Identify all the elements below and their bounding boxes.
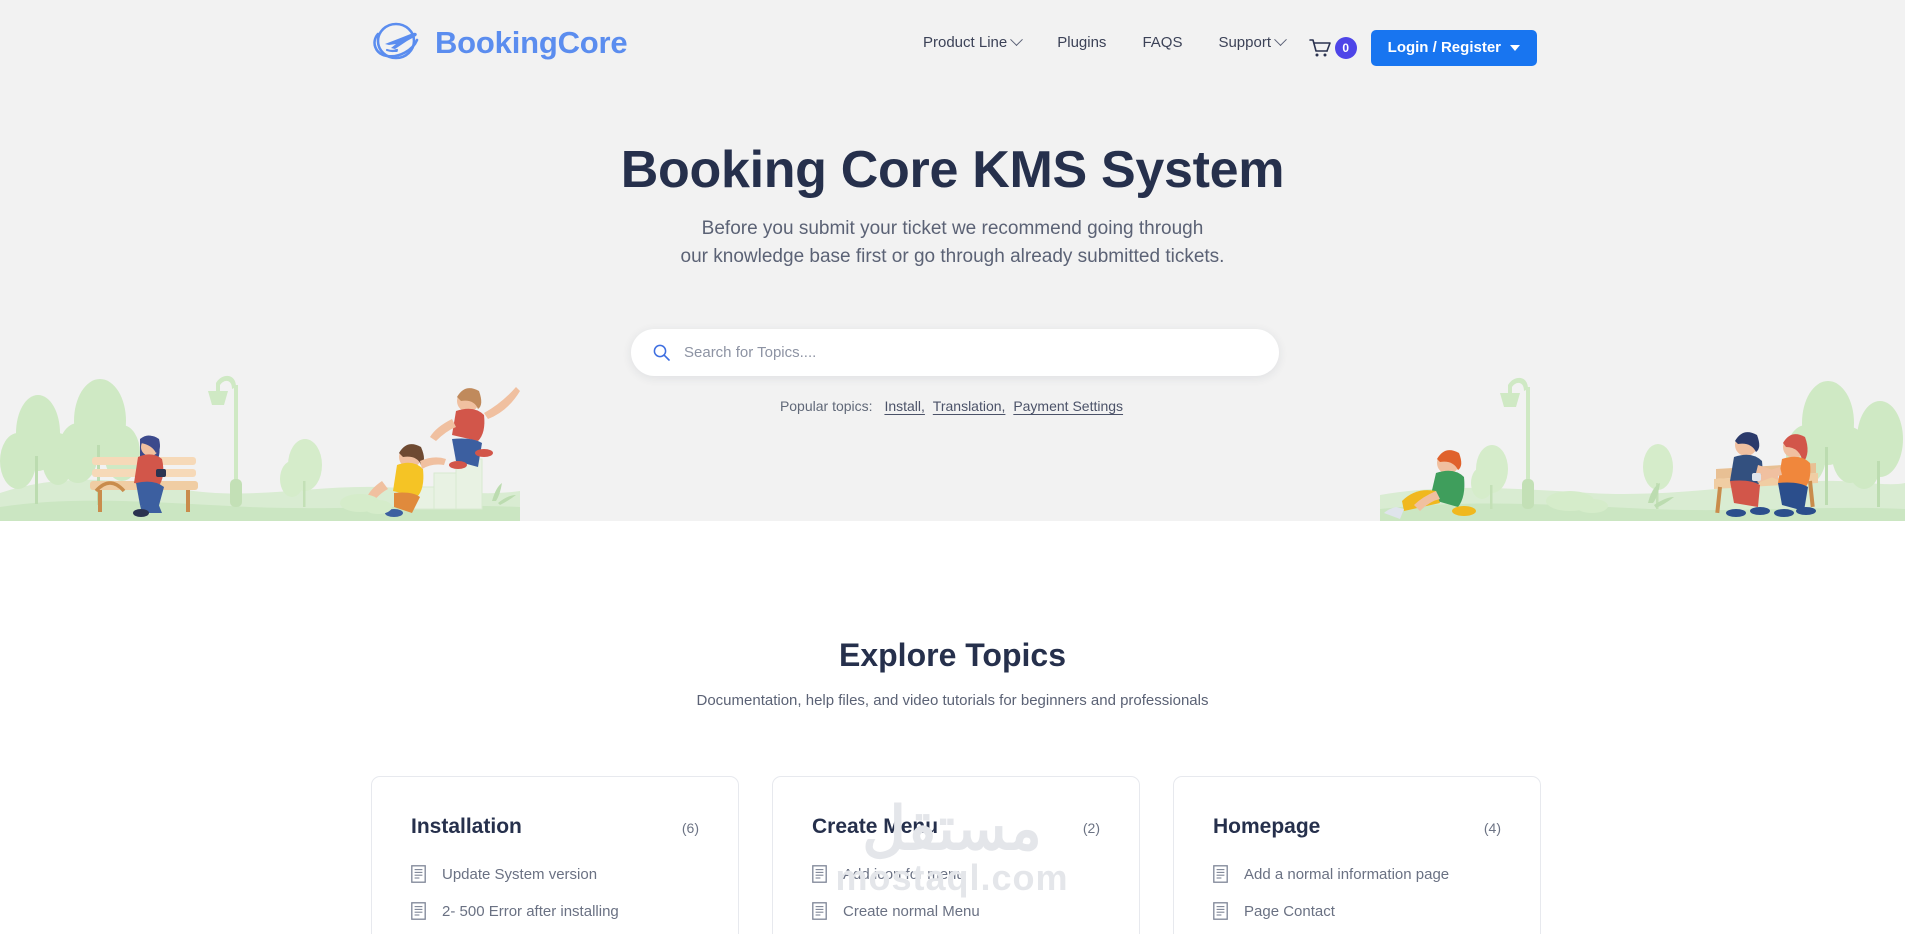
card-header: Homepage (4) (1213, 815, 1501, 839)
card-link[interactable]: 2- 500 Error after installing (411, 902, 699, 920)
shopping-cart-icon (1308, 39, 1331, 57)
card-count: (2) (1082, 820, 1100, 836)
nav-item-plugins[interactable]: Plugins (1039, 30, 1124, 55)
card-header: Installation (6) (411, 815, 699, 839)
login-button-label: Login / Register (1387, 39, 1501, 56)
hero-subtitle: Before you submit your ticket we recomme… (0, 215, 1905, 271)
hero-subtitle-line-1: Before you submit your ticket we recomme… (701, 218, 1204, 239)
card-link[interactable]: Add icon for menu (812, 865, 1100, 883)
card-link-label: Add a normal information page (1244, 865, 1450, 883)
popular-topics-label: Popular topics: (779, 398, 873, 414)
card-header: Create Menu (2) (812, 815, 1100, 839)
document-icon (1213, 865, 1228, 883)
card-link[interactable]: Update System version (411, 865, 699, 883)
card-link-label: Add icon for menu (843, 865, 965, 883)
page-root: BookingCore Product Line Plugins FAQS Su… (0, 0, 1905, 934)
card-link[interactable]: Page Contact (1213, 902, 1501, 920)
nav-item-support[interactable]: Support (1200, 30, 1303, 55)
card-title: Create Menu (812, 815, 939, 838)
document-icon (812, 865, 827, 883)
page-title: Booking Core KMS System (620, 141, 1285, 199)
nav-label: Product Line (923, 34, 1008, 51)
chevron-down-icon (1274, 33, 1287, 47)
globe-airplane-icon (373, 22, 419, 60)
popular-topics: Popular topics: Install, Translation, Pa… (0, 398, 1905, 414)
hero-subtitle-line-2: our knowledge base first or go through a… (680, 246, 1225, 267)
site-logo[interactable]: BookingCore (369, 20, 628, 64)
card-link-label: Update System version (442, 865, 598, 883)
card-link[interactable]: Create normal Menu (812, 902, 1100, 920)
nav-label: FAQS (1142, 34, 1183, 51)
explore-topics-title: Explore Topics (838, 637, 1066, 673)
document-icon (812, 902, 827, 920)
document-icon (1213, 902, 1228, 920)
card-link-label: 2- 500 Error after installing (442, 902, 619, 920)
park-illustration-left (0, 375, 520, 521)
card-link-label: Page Contact (1244, 902, 1335, 920)
login-register-button[interactable]: Login / Register (1370, 30, 1537, 66)
park-illustration-right (1380, 377, 1905, 521)
nav-item-product-line[interactable]: Product Line (905, 30, 1039, 55)
search-bar[interactable] (631, 329, 1279, 376)
logo-text: BookingCore (435, 24, 628, 60)
search-input[interactable] (684, 329, 1244, 376)
header-actions: 0 Login / Register (1308, 30, 1537, 66)
card-link-label: Create normal Menu (843, 902, 980, 920)
topic-card-installation[interactable]: Installation (6) Update System version 2… (371, 776, 739, 934)
site-header: BookingCore Product Line Plugins FAQS Su… (0, 0, 1905, 82)
topic-cards: Installation (6) Update System version 2… (371, 776, 1543, 934)
hero-section: BookingCore Product Line Plugins FAQS Su… (0, 0, 1905, 521)
popular-topic-install[interactable]: Install, (884, 398, 924, 414)
chevron-down-icon (1010, 33, 1024, 47)
nav-label: Plugins (1057, 34, 1107, 51)
document-icon (411, 865, 426, 883)
document-icon (411, 902, 426, 920)
card-link[interactable]: Add a normal information page (1213, 865, 1501, 883)
card-title: Installation (411, 815, 522, 838)
popular-topic-translation[interactable]: Translation, (933, 398, 1006, 414)
card-count: (4) (1483, 820, 1501, 836)
popular-topic-payment-settings[interactable]: Payment Settings (1013, 398, 1123, 414)
cart-count-badge: 0 (1334, 37, 1357, 59)
chevron-down-icon (1510, 44, 1520, 51)
topic-card-homepage[interactable]: Homepage (4) Add a normal information pa… (1173, 776, 1541, 934)
card-count: (6) (681, 820, 699, 836)
topic-card-create-menu[interactable]: Create Menu (2) Add icon for menu Create… (772, 776, 1140, 934)
card-title: Homepage (1213, 815, 1321, 838)
explore-topics-subtitle: Documentation, help files, and video tut… (696, 692, 1209, 709)
cart-button[interactable]: 0 (1308, 37, 1357, 59)
nav-item-faqs[interactable]: FAQS (1124, 30, 1200, 55)
nav-label: Support (1218, 34, 1271, 51)
main-navigation: Product Line Plugins FAQS Support (905, 30, 1303, 55)
search-icon (653, 344, 670, 361)
